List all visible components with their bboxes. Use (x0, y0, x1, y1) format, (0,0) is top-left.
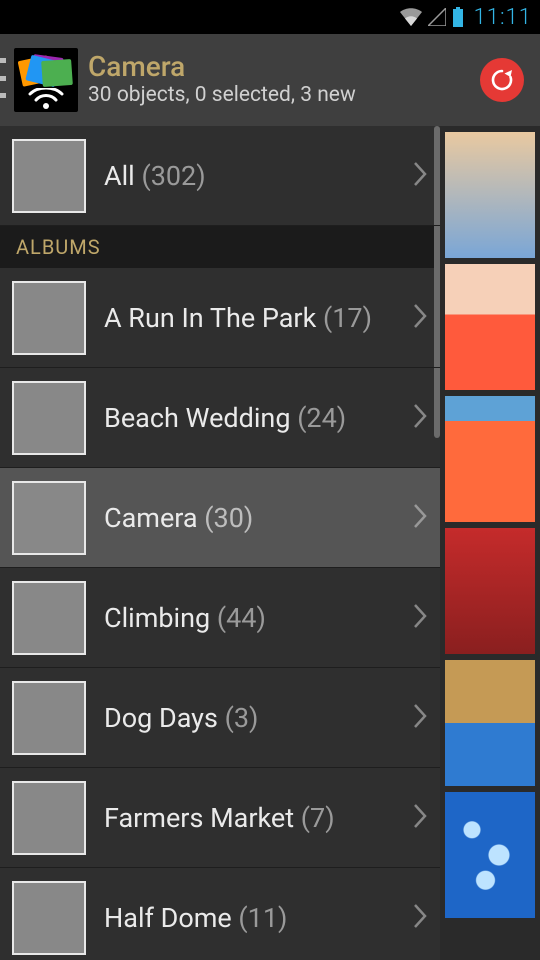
chevron-right-icon (412, 602, 428, 634)
action-bar: Camera 30 objects, 0 selected, 3 new (0, 34, 540, 126)
album-name: Dog Days (104, 702, 218, 734)
album-name: Beach Wedding (104, 402, 290, 434)
album-label: All (302) (104, 160, 412, 192)
album-list: All (302) ALBUMS A Run In The Park (17) B… (0, 126, 440, 960)
chevron-right-icon (412, 302, 428, 334)
list-item[interactable]: Beach Wedding (24) (0, 368, 440, 468)
album-label: Farmers Market (7) (104, 802, 412, 834)
album-name: Half Dome (104, 902, 232, 934)
chevron-right-icon (412, 402, 428, 434)
photo-thumbnail[interactable] (445, 660, 535, 786)
album-label: Beach Wedding (24) (104, 402, 412, 434)
refresh-icon (488, 66, 516, 94)
album-name: Farmers Market (104, 802, 294, 834)
photo-thumbnail[interactable] (445, 792, 535, 918)
photo-thumbnail[interactable] (445, 396, 535, 522)
chevron-right-icon (412, 802, 428, 834)
list-item[interactable]: A Run In The Park (17) (0, 268, 440, 368)
album-thumbnail (12, 881, 86, 955)
photo-thumbnail[interactable] (445, 264, 535, 390)
photo-thumbnail[interactable] (445, 132, 535, 258)
drawer-indicator-icon[interactable] (0, 58, 6, 98)
page-title: Camera (88, 52, 480, 82)
album-name: A Run In The Park (104, 302, 316, 334)
app-icon[interactable] (14, 48, 78, 112)
album-name: Climbing (104, 602, 210, 634)
album-label: Half Dome (11) (104, 902, 412, 934)
album-count: (3) (225, 702, 259, 734)
photo-thumbnail[interactable] (445, 528, 535, 654)
wifi-icon (400, 8, 422, 26)
album-label: Climbing (44) (104, 602, 412, 634)
album-thumbnail (12, 781, 86, 855)
battery-icon (452, 7, 464, 27)
list-item[interactable]: Climbing (44) (0, 568, 440, 668)
album-count: (302) (141, 160, 205, 192)
album-thumbnail (12, 139, 86, 213)
list-item[interactable]: Dog Days (3) (0, 668, 440, 768)
album-thumbnail (12, 681, 86, 755)
status-clock: 11:11 (474, 5, 532, 30)
album-count: (17) (323, 302, 372, 334)
album-thumbnail (12, 381, 86, 455)
status-bar: 11:11 (0, 0, 540, 34)
album-thumbnail (12, 481, 86, 555)
list-item[interactable]: Half Dome (11) (0, 868, 440, 960)
album-label: A Run In The Park (17) (104, 302, 412, 334)
album-count: (24) (297, 402, 346, 434)
album-label: Camera (30) (104, 502, 412, 534)
album-name: All (104, 160, 135, 192)
sync-button[interactable] (480, 58, 524, 102)
photo-strip[interactable] (440, 126, 540, 960)
album-label: Dog Days (3) (104, 702, 412, 734)
list-item[interactable]: Farmers Market (7) (0, 768, 440, 868)
chevron-right-icon (412, 502, 428, 534)
album-count: (11) (238, 902, 287, 934)
chevron-right-icon (412, 702, 428, 734)
album-count: (44) (217, 602, 266, 634)
album-thumbnail (12, 581, 86, 655)
section-header-albums: ALBUMS (0, 226, 440, 268)
cell-signal-icon (428, 8, 446, 26)
album-count: (30) (204, 502, 253, 534)
page-subtitle: 30 objects, 0 selected, 3 new (88, 82, 480, 108)
chevron-right-icon (412, 160, 428, 192)
chevron-right-icon (412, 902, 428, 934)
album-name: Camera (104, 502, 198, 534)
list-item-all[interactable]: All (302) (0, 126, 440, 226)
list-item[interactable]: Camera (30) (0, 468, 440, 568)
album-thumbnail (12, 281, 86, 355)
album-count: (7) (301, 802, 335, 834)
